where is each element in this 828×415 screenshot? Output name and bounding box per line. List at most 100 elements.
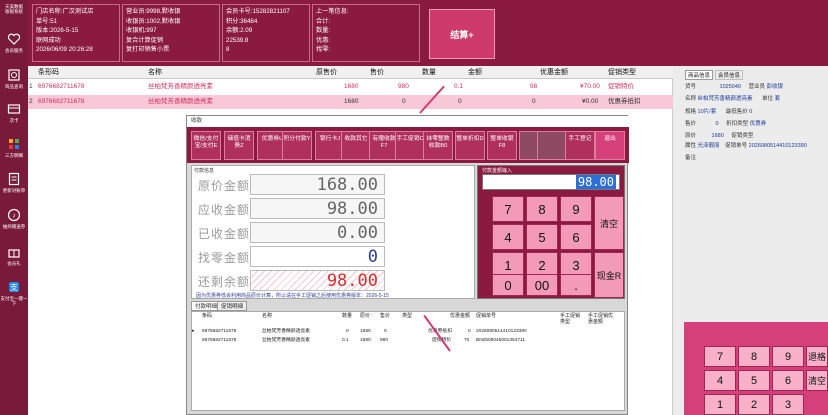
row-qty: 0 [458,98,462,105]
sidebar-label: 抽商赠送券 [2,224,26,229]
info-value: 0 [715,121,719,127]
key-8[interactable]: 8 [738,346,770,367]
key-2[interactable]: 2 [738,394,770,415]
col-name[interactable]: 名称 [146,66,314,79]
round-off-button[interactable]: 抹零整数收款B0 [423,131,453,160]
row-qty: 0.1 [342,338,349,343]
wechat-alipay-button[interactable]: 微信/支付宝/支付E [191,131,221,160]
info-key: 促销单号 [725,143,748,149]
stored-card-button[interactable]: 储值卡消费Z [224,131,254,160]
sidebar-item-product-query[interactable]: 商品查询 [0,68,28,89]
key-00[interactable]: 00 [526,274,558,296]
info-line: 属性 光泽靓丽 促销单号 2026080514410123390 [685,143,807,150]
search-icon [8,69,20,81]
key-7[interactable]: 7 [704,346,736,367]
auto-promo-checkbox[interactable]: 复合计算促销 [126,36,216,46]
received-label: 已收金额 [198,227,251,241]
info-value: 1025040 [719,84,741,90]
received-value: 0.00 [250,222,385,243]
key-8[interactable]: 8 [526,196,558,222]
key-4[interactable]: 4 [704,370,736,391]
info-key: 原价 [685,133,697,139]
music-icon: ♪ [7,208,21,222]
last-title: 上一笔信息: [316,8,349,15]
info-key: 折扣类型 [726,121,749,127]
sidebar-item-update[interactable]: 更新对账单 [0,172,28,193]
key-9[interactable]: 9 [560,196,592,222]
clear-key[interactable]: 清空 [806,370,828,391]
row-index: 2 [29,98,33,105]
points-pay-button[interactable]: 积分付款Y [282,131,312,160]
exit-button[interactable]: 退出 [595,131,625,160]
col-qty[interactable]: 数量 [420,66,466,79]
amount-row: 还剩余额 98.00 [198,270,470,292]
table-row[interactable]: 2 6976682711678 丝柏梵芳香精颜透亮素 1680 0 0 0 ¥0… [28,95,673,109]
manual-register-button[interactable]: 手工登记 [565,131,595,160]
key-5[interactable]: 5 [738,370,770,391]
other-payment-button[interactable]: 收款其它 [341,131,371,160]
row-orig: 1680 [360,329,371,334]
col-promo-type[interactable]: 促销类型 [606,66,673,79]
order-discount-button[interactable]: 整单折扣D [455,131,485,160]
key-0[interactable]: 0 [492,274,524,296]
payment-summary: 付款信息 原价金额 168.00 应收金额 98.00 已收金额 0.00 找零金额 0… [191,165,475,299]
sidebar-item-alipay[interactable]: 支 支付宝一键一下 [0,280,28,306]
manual-promo-button[interactable]: 手工促销C [395,131,425,160]
sidebar-label: 次卡 [9,118,19,123]
col-barcode[interactable]: 条形码 [36,66,146,79]
col-disc: 优惠金额 [450,313,471,319]
tab-promo-detail[interactable]: 促销明细 [217,301,248,311]
info-key: 售价 [685,121,697,127]
key-6[interactable]: 6 [772,370,804,391]
tab-product-info[interactable]: 商品信息 [685,70,714,80]
sidebar-label: 更新对账单 [2,188,26,193]
amount-row: 已收金额 0.00 [198,222,470,244]
cash-key[interactable]: 现金R [594,252,624,298]
col-orig-price[interactable]: 原售价 [314,66,368,79]
key-dot[interactable]: . [560,274,592,296]
sidebar-item-coupon[interactable]: ♪ 抽商赠送券 [0,208,28,229]
detail-tabs: 付款明细 促销明细 [191,301,625,311]
member-card: 会员卡号:15282821107 [226,8,290,15]
last-discount: 优惠: [316,36,331,44]
sidebar-item-gift[interactable]: 会员礼 [0,245,28,266]
table-row[interactable]: 1 6976682711678 丝柏梵芳香精颜透亮素 1680 980 0.1 … [28,80,673,94]
tab-member-info[interactable]: 会员信息 [715,70,744,80]
key-6[interactable]: 6 [560,224,592,250]
key-5[interactable]: 5 [526,224,558,250]
info-line: 备注 [685,155,696,162]
info-key: 营业员 [748,84,766,90]
key-9[interactable]: 9 [772,346,804,367]
sidebar-item-third-party[interactable]: 三方明细 [0,137,28,158]
row-orig: 1680 [344,83,359,90]
info-value: 10片/套 [697,109,717,115]
info-key: 规格 [685,109,697,115]
table-row[interactable]: ▸ 6976682711678 丝柏梵芳香精颜透亮素 0 1680 0 优惠券抵… [192,328,626,336]
settle-button[interactable]: 结算+ [429,9,495,59]
key-7[interactable]: 7 [492,196,524,222]
col-discount[interactable]: 优惠金额 [538,66,606,79]
member-total: 22539.8 [226,36,249,44]
payment-amount-input[interactable]: 98.00 [482,174,620,190]
key-4[interactable]: 4 [492,224,524,250]
key-3[interactable]: 3 [772,394,804,415]
row-barcode: 6976682711678 [38,83,85,90]
key-1[interactable]: 1 [704,394,736,415]
table-row[interactable]: 6976682711678 丝柏梵芳香精颜透亮素 0.1 1680 980 促销… [192,337,626,345]
last-qty: 数量: [316,27,331,34]
info-value: 1680 [711,133,724,139]
row-disc: 70 [464,338,470,343]
dialog-title: 收款 [187,116,629,127]
clear-key[interactable]: 清空 [594,196,624,250]
sidebar: 天美数据 收银系统 会员服务 商品查询 次卡 三方明细 更新对账单 ♪ 抽商赠送… [0,0,28,415]
order-checkout-button[interactable]: 整单收银F8 [487,131,517,160]
logo-line2: 收银系统 [5,9,23,14]
row-orig: 1680 [360,338,371,343]
col-amount[interactable]: 金额 [466,66,538,79]
backspace-key[interactable]: 退格 [806,346,828,367]
print-receipt-checkbox[interactable]: 复打印销售小票 [126,45,216,55]
sidebar-item-card[interactable]: 次卡 [0,102,28,123]
sidebar-item-member-service[interactable]: 会员服务 [0,32,28,53]
col-price[interactable]: 售价 [368,66,420,79]
payment-toolbar: 微信/支付宝/支付E 储值卡消费Z 优惠券L 积分付款Y 银行卡J 收款其它 有… [187,127,629,163]
